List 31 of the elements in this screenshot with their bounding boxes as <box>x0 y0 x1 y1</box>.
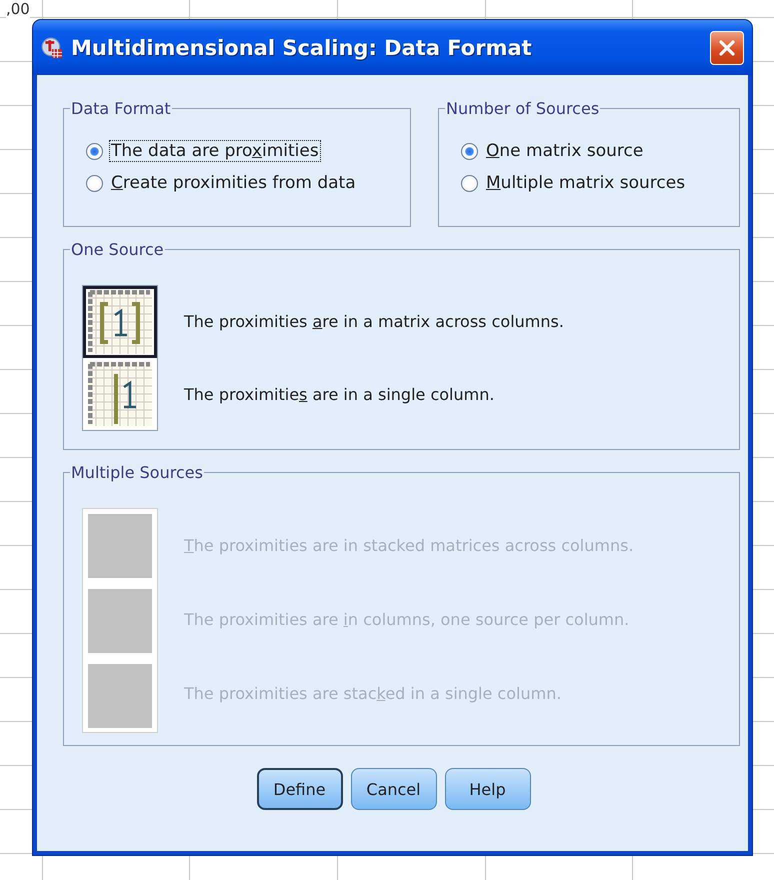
radio-label[interactable]: Create proximities from data <box>109 172 358 194</box>
option-label: The proximities are in stacked matrices across columns. <box>184 536 634 554</box>
dialog-button[interactable]: Help <box>444 768 530 810</box>
radio-button[interactable] <box>86 174 103 192</box>
radio-button[interactable] <box>461 142 478 160</box>
dialog-button[interactable]: Define <box>256 768 342 810</box>
layout-option-button[interactable] <box>83 286 157 358</box>
chart-app-icon <box>41 36 63 58</box>
group-title: Number of Sources <box>445 99 600 118</box>
radio-label[interactable]: Multiple matrix sources <box>484 172 688 194</box>
blank-icon <box>88 514 152 578</box>
blank-icon <box>88 664 152 728</box>
dialog-button[interactable]: Cancel <box>350 768 436 810</box>
option-label: The proximities are in columns, one source per column. <box>184 610 630 628</box>
group-title: Data Format <box>70 99 172 118</box>
option-label: The proximities are in a single column. <box>184 385 494 404</box>
blank-icon <box>88 588 152 652</box>
radio-button[interactable] <box>461 174 478 192</box>
radio-button[interactable] <box>86 142 103 160</box>
matrix-grid-icon <box>88 290 152 354</box>
option-label: The proximities are in a matrix across columns. <box>184 312 564 331</box>
option-label: The proximities are stacked in a single column. <box>184 684 562 702</box>
window-title: Multidimensional Scaling: Data Format <box>71 36 533 60</box>
group-title: Multiple Sources <box>70 463 204 482</box>
cell-text: ,00 <box>6 0 30 18</box>
radio-label[interactable]: One matrix source <box>484 140 646 162</box>
group-title: One Source <box>70 240 165 259</box>
close-button[interactable] <box>710 30 744 64</box>
close-icon <box>717 38 737 58</box>
radio-label[interactable]: The data are proximities <box>109 140 321 162</box>
column-grid-icon <box>88 362 152 426</box>
